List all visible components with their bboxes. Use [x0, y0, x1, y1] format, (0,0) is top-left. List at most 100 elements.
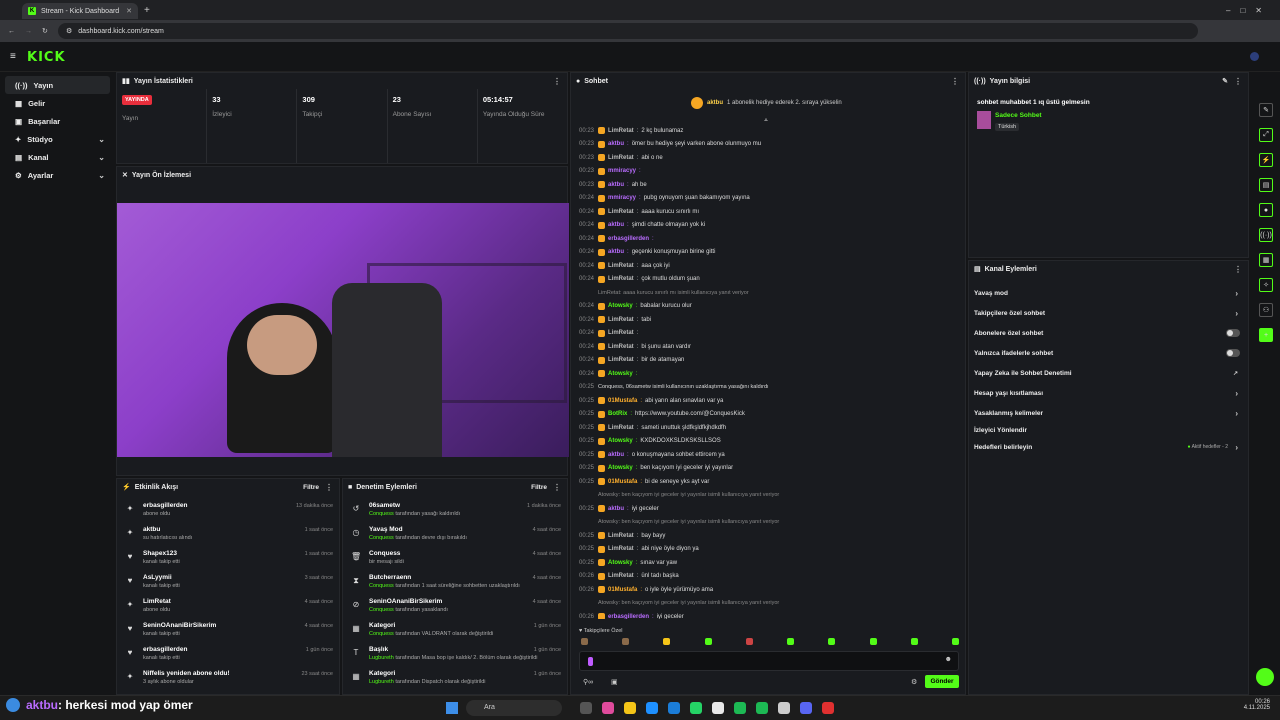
action-account-age[interactable]: Hesap yaşı kısıtlaması › — [969, 383, 1248, 403]
action-follower-only[interactable]: Takipçilere özel sohbet › — [969, 303, 1248, 323]
reload-icon[interactable]: ↻ — [42, 27, 48, 35]
message-user[interactable]: Atowsky — [608, 438, 633, 444]
message-user[interactable]: 01Mustafa — [608, 398, 637, 404]
gift-icon[interactable]: ▣ — [611, 678, 618, 686]
chat-system-line[interactable]: LimRetat: aaaa kurucu sınırlı mı isimli … — [571, 286, 963, 300]
chat-message[interactable]: 00:25 aktbu: o konuşmayana sohbet ettircem… — [571, 448, 963, 462]
expand-icon[interactable]: ⤢ — [1259, 128, 1273, 142]
kick-logo[interactable]: KICK — [27, 50, 66, 65]
action-goals[interactable]: Hedefleri belirleyin ● Aktif hedefler - 2… — [969, 437, 1248, 457]
chat-message[interactable]: 00:24 erbasgillerden: — [571, 232, 963, 246]
windows-start-icon[interactable] — [446, 702, 458, 714]
discord-icon[interactable] — [800, 702, 812, 714]
message-user[interactable]: LimRetat — [608, 317, 634, 323]
emote-icon[interactable] — [745, 638, 753, 645]
chat-message[interactable]: 00:24 Atowsky: — [571, 367, 963, 381]
chat-message[interactable]: 00:23 LimRetat: abi o ne — [571, 151, 963, 165]
chat-message[interactable]: 00:24 LimRetat: çok mutlu oldum şuan — [571, 273, 963, 287]
site-info-icon[interactable]: ⚙ — [66, 27, 72, 35]
sidebar-item-kanal[interactable]: ▤ Kanal ⌄ — [5, 148, 110, 166]
message-user[interactable]: Atowsky — [608, 560, 633, 566]
message-user[interactable]: 01Mustafa — [608, 587, 637, 593]
message-user[interactable]: LimRetat — [608, 344, 634, 350]
clock[interactable]: 00:26 4.11.2025 — [1244, 699, 1270, 711]
message-user[interactable]: erbasgillerden — [608, 236, 649, 242]
action-ai-moderation[interactable]: Yapay Zeka ile Sohbet Denetimi ↗ — [969, 363, 1248, 383]
chat-message[interactable]: 00:23 aktbu: ah be — [571, 178, 963, 192]
gear-icon[interactable]: ⚙ — [911, 678, 917, 686]
wrench-icon[interactable]: ✧ — [1259, 278, 1273, 292]
message-user[interactable]: Atowsky — [608, 465, 633, 471]
emote-icon[interactable] — [869, 638, 877, 645]
chat-message[interactable]: 00:25 Atowsky: KXDKDOXKSLDKSKSLLSOS — [571, 435, 963, 449]
more-icon[interactable]: ⋮ — [325, 483, 333, 492]
spotify-icon[interactable] — [756, 702, 768, 714]
chat-message[interactable]: 00:25 LimRetat: abi niye öyle diyon ya — [571, 543, 963, 557]
task-view-icon[interactable] — [580, 702, 592, 714]
list-icon[interactable]: ▤ — [1259, 178, 1273, 192]
chat-message[interactable]: 00:23 mmiracyy: — [571, 165, 963, 179]
emote-icon[interactable] — [951, 638, 959, 645]
more-icon[interactable]: ⋮ — [951, 77, 959, 86]
chat-system-line[interactable]: Atowsky: ben kaçıyom iyi geceler iyi yay… — [571, 489, 963, 503]
chat-message[interactable]: 00:24 Atowsky: babalar kurucu olur — [571, 300, 963, 314]
chat-message[interactable]: 00:25 01Mustafa: abi yarın alan sınavları … — [571, 394, 963, 408]
message-user[interactable]: LimRetat — [608, 546, 634, 552]
chat-message[interactable]: 00:24 LimRetat: aaaa kurucu sınırlı mı — [571, 205, 963, 219]
message-user[interactable]: LimRetat — [608, 330, 634, 336]
list-item[interactable]: ♥ AsLyymii kanalı takip etti 3 saat önce — [117, 571, 339, 595]
edit-icon[interactable]: ✎ — [1222, 77, 1228, 85]
list-item[interactable]: ✦ LimRetat abone oldu 4 saat önce — [117, 595, 339, 619]
action-sub-only[interactable]: Abonelere özel sohbet — [969, 323, 1248, 343]
message-user[interactable]: mmiracyy — [608, 168, 636, 174]
chrome-icon[interactable] — [712, 702, 724, 714]
chat-message[interactable]: 00:25 BotRix: https://www.youtube.com/@Con… — [571, 408, 963, 422]
list-item[interactable]: ✦ aktbu su hatırlatıcısı alındı 1 saat önce — [117, 523, 339, 547]
more-icon[interactable]: ⋮ — [553, 77, 561, 86]
list-item[interactable]: ▦ Kategori Conquess tarafından VALORANT ol… — [343, 619, 567, 643]
message-user[interactable]: LimRetat — [608, 263, 634, 269]
message-user[interactable]: erbasgillerden — [608, 614, 649, 619]
action-banned-words[interactable]: Yasaklanmış kelimeler › — [969, 403, 1248, 423]
emote-icon[interactable] — [663, 638, 671, 645]
broadcast-icon[interactable]: ((·)) — [1259, 228, 1273, 242]
message-user[interactable]: LimRetat — [608, 128, 634, 134]
app-icon[interactable] — [602, 702, 614, 714]
chat-message[interactable]: 00:25 01Mustafa: bi de seneye yks ayt var — [571, 475, 963, 489]
add-widget-icon[interactable]: + — [1259, 328, 1273, 342]
chat-message[interactable]: 00:23 LimRetat:2 kç bulunamaz — [571, 124, 963, 138]
sidebar-item-studyo[interactable]: ✦ Stüdyo ⌄ — [5, 130, 110, 148]
chat-message[interactable]: 00:24 mmiracyy: pubg oynuyom şuan bakamıyo… — [571, 192, 963, 206]
users-icon[interactable]: ⚇ — [1259, 303, 1273, 317]
settings-icon[interactable] — [778, 702, 790, 714]
chat-message[interactable]: 00:25 Atowsky: sınav var yaw — [571, 556, 963, 570]
avatar[interactable] — [1250, 52, 1259, 61]
emote-icon[interactable] — [622, 638, 630, 645]
chat-message[interactable]: 00:24 LimRetat: tabi — [571, 313, 963, 327]
bolt-icon[interactable]: ⚡ — [1259, 153, 1273, 167]
list-item[interactable]: ⊘ SeninOAnaniBirSikerim Conquess tarafında… — [343, 595, 567, 619]
chat-message[interactable]: 00:24 aktbu: şimdi chatte olmayan yok ki — [571, 219, 963, 233]
forward-icon[interactable]: → — [25, 28, 32, 35]
chat-message[interactable]: 00:25 Atowsky: ben kaçıyom iyi geceler iyi… — [571, 462, 963, 476]
list-item[interactable]: ◷ Yavaş Mod Conquess tarafından devre dışı… — [343, 523, 567, 547]
obs-icon[interactable] — [822, 702, 834, 714]
sidebar-item-yayin[interactable]: ((·)) Yayın — [5, 76, 110, 94]
sidebar-item-gelir[interactable]: ▦ Gelir — [5, 94, 110, 112]
chat-message[interactable]: 00:26 erbasgillerden: iyi geceler — [571, 610, 963, 619]
more-icon[interactable]: ⋮ — [1234, 77, 1242, 86]
chat-message[interactable]: 00:25 LimRetat: sameti unuttuk şldfkşldfkj… — [571, 421, 963, 435]
edge-icon[interactable] — [646, 702, 658, 714]
sidebar-item-basarilar[interactable]: ▣ Başarılar — [5, 112, 110, 130]
close-tab-icon[interactable]: ✕ — [126, 7, 132, 15]
chat-message[interactable]: 00:24 aktbu: geçenki konuşmuyan birine git… — [571, 246, 963, 260]
list-item[interactable]: ♥ erbasgillerden kanalı takip etti 1 gün ön… — [117, 643, 339, 667]
message-user[interactable]: aktbu — [608, 452, 624, 458]
message-user[interactable]: LimRetat — [608, 357, 634, 363]
sub-only-toggle[interactable] — [1226, 329, 1240, 337]
chat-message[interactable]: 00:26 LimRetat: ünl tadı başka — [571, 570, 963, 584]
pinned-gift-banner[interactable]: aktbu 1 abonelik hediye ederek 2. sıraya… — [691, 97, 842, 109]
emote-icon[interactable] — [581, 638, 588, 645]
chat-message[interactable]: 00:24 LimRetat: — [571, 327, 963, 341]
url-field[interactable]: ⚙ dashboard.kick.com/stream — [58, 23, 1198, 39]
